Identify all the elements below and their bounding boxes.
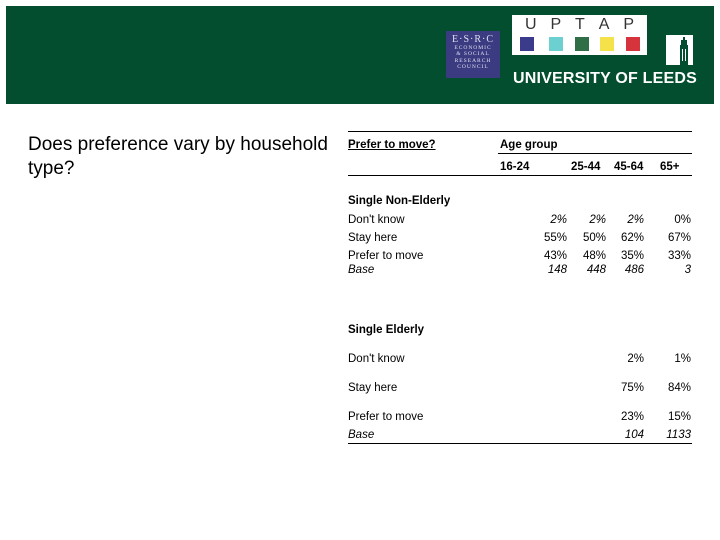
uptap-square <box>626 37 640 51</box>
esrc-line: COUNCIL <box>457 63 489 70</box>
column-group-rule <box>498 153 692 154</box>
row-label: Don't know <box>348 214 405 226</box>
uptap-logo: U P T A P <box>512 15 647 55</box>
column-header: 25-44 <box>571 161 601 173</box>
university-name: UNIVERSITY OF LEEDS <box>513 70 697 87</box>
cell: 0% <box>674 214 691 226</box>
cell: 15% <box>667 411 691 423</box>
cell: 148 <box>547 264 567 276</box>
cell: 48% <box>582 250 606 262</box>
cell: 75% <box>620 382 644 394</box>
uptap-letter: A <box>598 16 610 33</box>
row-label: Stay here <box>348 232 398 244</box>
cell: 486 <box>624 264 644 276</box>
cell: 67% <box>667 232 691 244</box>
cell: 33% <box>667 250 691 262</box>
section-title: Single Elderly <box>348 324 425 336</box>
cell: 2% <box>550 214 567 226</box>
column-group-header: Age group <box>500 139 558 151</box>
cell: 104 <box>624 429 644 441</box>
row-label: Base <box>348 429 375 441</box>
row-label: Stay here <box>348 382 398 394</box>
uptap-letter: U <box>524 16 537 33</box>
cell: 2% <box>627 353 644 365</box>
column-header: 45-64 <box>614 161 644 173</box>
uptap-square <box>549 37 563 51</box>
header-bottom-rule <box>348 175 692 176</box>
cell: 55% <box>543 232 567 244</box>
table-top-rule <box>348 131 692 132</box>
cell: 62% <box>620 232 644 244</box>
row-label: Prefer to move <box>348 250 424 262</box>
cell: 2% <box>627 214 644 226</box>
cell: 50% <box>582 232 606 244</box>
cell: 448 <box>586 264 606 276</box>
column-header: 16-24 <box>500 161 530 173</box>
esrc-logo: E·S·R·C ECONOMIC & SOCIAL RESEARCH COUNC… <box>446 31 500 78</box>
uptap-square <box>575 37 589 51</box>
cell: 23% <box>620 411 644 423</box>
cell: 1% <box>674 353 691 365</box>
cell: 3 <box>684 264 691 276</box>
column-header: 65+ <box>660 161 680 173</box>
row-label: Base <box>348 264 375 276</box>
slide-title: Does preference vary by household type? <box>28 134 328 179</box>
university-tower-icon <box>666 35 693 65</box>
cell: 2% <box>589 214 606 226</box>
table-bottom-rule <box>348 443 692 444</box>
uptap-letter: T <box>575 16 585 33</box>
row-label: Don't know <box>348 353 405 365</box>
cell: 84% <box>667 382 691 394</box>
row-header: Prefer to move? <box>348 139 436 151</box>
uptap-square <box>600 37 614 51</box>
uptap-square <box>520 37 534 51</box>
row-label: Prefer to move <box>348 411 424 423</box>
cell: 1133 <box>666 429 691 441</box>
cell: 35% <box>620 250 644 262</box>
esrc-acronym: E·S·R·C <box>452 34 494 45</box>
uptap-letter: P <box>623 16 634 33</box>
cell: 43% <box>543 250 567 262</box>
section-title: Single Non-Elderly <box>348 195 451 207</box>
uptap-letter: P <box>550 16 562 33</box>
